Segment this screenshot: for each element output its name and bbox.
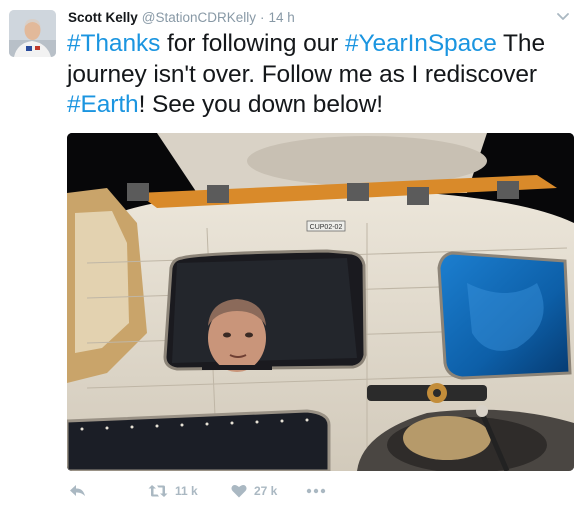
reply-icon xyxy=(70,485,85,496)
astronaut-portrait xyxy=(9,10,56,57)
retweet-button[interactable]: 11 k xyxy=(148,480,198,502)
like-count: 27 k xyxy=(254,484,278,498)
hashtag-thanks[interactable]: #Thanks xyxy=(67,30,160,57)
separator-dot: · xyxy=(260,10,265,25)
more-icon xyxy=(306,488,326,494)
hashtag-yearinspace[interactable]: #YearInSpace xyxy=(345,30,497,57)
like-button[interactable]: 27 k xyxy=(231,480,277,502)
tweet-text-segment: ! See you down below! xyxy=(138,91,384,118)
cupola-photo: CUP02-02 xyxy=(67,133,574,471)
retweet-count: 11 k xyxy=(175,484,198,498)
chevron-down-icon[interactable] xyxy=(555,11,571,23)
panel-label: CUP02-02 xyxy=(310,224,343,231)
tweet-actions: 11 k 27 k xyxy=(67,480,367,504)
heart-icon xyxy=(231,485,247,498)
author-name[interactable]: Scott Kelly xyxy=(68,10,138,25)
timestamp[interactable]: 14 h xyxy=(269,10,295,25)
avatar[interactable] xyxy=(9,10,56,57)
retweet-icon xyxy=(148,485,168,497)
tweet-text-segment: for following our xyxy=(160,30,345,57)
reply-button[interactable] xyxy=(69,480,87,502)
tweet-header: Scott Kelly @StationCDRKelly · 14 h xyxy=(68,10,295,28)
more-button[interactable] xyxy=(306,480,326,502)
hashtag-earth[interactable]: #Earth xyxy=(67,91,139,118)
tweet-text: #Thanks for following our #YearInSpace T… xyxy=(67,29,579,121)
author-handle[interactable]: @StationCDRKelly xyxy=(142,10,256,25)
tweet-photo[interactable]: CUP02-02 xyxy=(67,133,574,471)
